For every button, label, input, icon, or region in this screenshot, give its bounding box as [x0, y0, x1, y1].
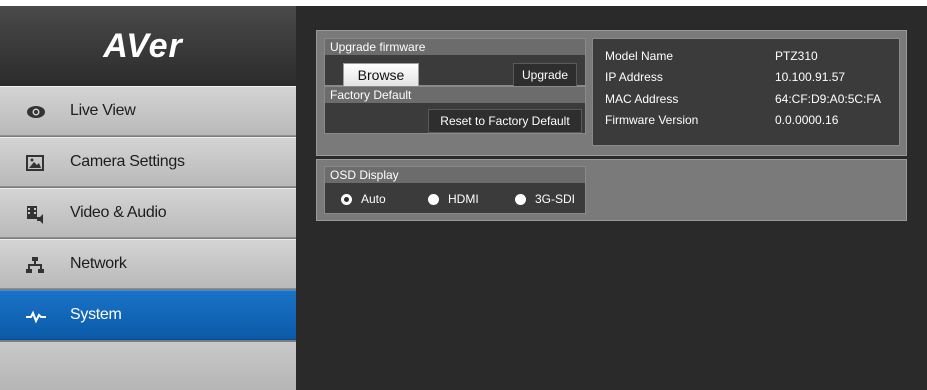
osd-option-label: HDMI	[448, 192, 479, 206]
ip-address-value: 10.100.91.57	[775, 70, 846, 84]
osd-display-title: OSD Display	[325, 167, 585, 183]
sidebar-item-system[interactable]: System	[0, 290, 296, 340]
osd-option-label: Auto	[361, 192, 386, 206]
osd-radio-auto[interactable]: Auto	[341, 192, 386, 206]
radio-checked-icon	[341, 193, 352, 205]
upgrade-button[interactable]: Upgrade	[513, 63, 577, 87]
image-icon	[26, 154, 44, 172]
upgrade-firmware-box: Upgrade firmware Browse Upgrade	[324, 38, 586, 87]
sidebar-item-camera-settings[interactable]: Camera Settings	[0, 137, 296, 187]
eye-icon	[26, 103, 45, 121]
sidebar-item-label: System	[70, 306, 122, 323]
sidebar-item-label: Camera Settings	[70, 153, 185, 170]
logo-area: AVer	[0, 6, 296, 86]
firmware-version-value: 0.0.0000.16	[775, 113, 839, 127]
sidebar-item-network[interactable]: Network	[0, 239, 296, 289]
aver-logo: AVer	[103, 26, 183, 65]
device-info-box: Model Name PTZ310 IP Address 10.100.91.5…	[592, 38, 900, 146]
firmware-version-label: Firmware Version	[605, 113, 699, 127]
pulse-icon	[26, 307, 46, 325]
firmware-panel: Upgrade firmware Browse Upgrade Factory …	[316, 30, 907, 156]
network-icon	[26, 256, 44, 274]
ip-address-label: IP Address	[605, 70, 663, 84]
mac-address-label: MAC Address	[605, 92, 679, 106]
browse-button[interactable]: Browse	[343, 63, 419, 87]
main-content: Upgrade firmware Browse Upgrade Factory …	[296, 6, 927, 390]
osd-radio-hdmi[interactable]: HDMI	[428, 192, 479, 206]
sidebar-item-label: Video & Audio	[70, 204, 167, 221]
osd-display-box: OSD Display Auto HDMI 3G-SDI	[324, 166, 586, 214]
radio-unchecked-icon	[428, 193, 439, 205]
sidebar-item-label: Live View	[70, 102, 136, 119]
osd-panel: OSD Display Auto HDMI 3G-SDI	[316, 159, 907, 221]
osd-option-label: 3G-SDI	[535, 192, 576, 206]
upgrade-firmware-title: Upgrade firmware	[325, 39, 585, 55]
radio-unchecked-icon	[515, 193, 526, 205]
sidebar-item-live-view[interactable]: Live View	[0, 86, 296, 136]
sidebar-filler	[0, 342, 296, 390]
osd-radio-3g-sdi[interactable]: 3G-SDI	[515, 192, 575, 206]
mac-address-value: 64:CF:D9:A0:5C:FA	[775, 92, 882, 106]
factory-default-box: Factory Default Reset to Factory Default	[324, 86, 586, 134]
model-name-value: PTZ310	[775, 49, 818, 63]
sidebar-item-video-audio[interactable]: Video & Audio	[0, 188, 296, 238]
sidebar-item-label: Network	[70, 255, 127, 272]
model-name-label: Model Name	[605, 49, 674, 63]
factory-default-title: Factory Default	[325, 87, 585, 103]
film-audio-icon	[26, 205, 44, 224]
reset-factory-default-button[interactable]: Reset to Factory Default	[428, 109, 582, 133]
sidebar: AVer Live View Camera Settings Video & A…	[0, 6, 296, 390]
